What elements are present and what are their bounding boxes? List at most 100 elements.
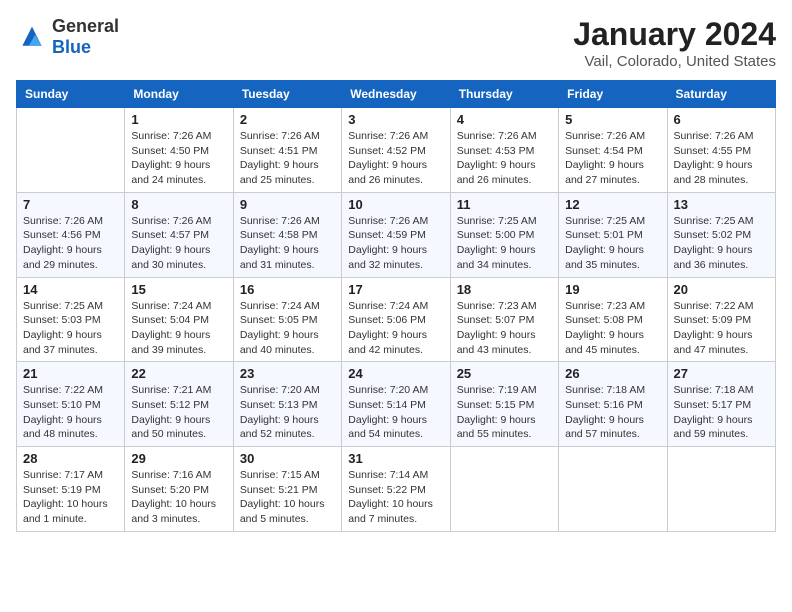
calendar-cell: 12Sunrise: 7:25 AMSunset: 5:01 PMDayligh… [559,192,667,277]
day-number: 24 [348,366,443,381]
day-number: 5 [565,112,660,127]
logo-icon [16,23,48,51]
day-info: Sunrise: 7:15 AMSunset: 5:21 PMDaylight:… [240,468,335,527]
day-header-tuesday: Tuesday [233,81,341,108]
day-number: 9 [240,197,335,212]
calendar-header-row: SundayMondayTuesdayWednesdayThursdayFrid… [17,81,776,108]
calendar-cell [559,447,667,532]
day-info: Sunrise: 7:26 AMSunset: 4:59 PMDaylight:… [348,214,443,273]
title-block: January 2024 Vail, Colorado, United Stat… [573,16,776,70]
day-info: Sunrise: 7:26 AMSunset: 4:52 PMDaylight:… [348,129,443,188]
calendar-cell: 17 Sunrise: 7:24 AMSunset: 5:06 PMDayligh… [342,277,450,362]
day-header-friday: Friday [559,81,667,108]
calendar-cell: 15 Sunrise: 7:24 AMSunset: 5:04 PMDayligh… [125,277,233,362]
day-info: Sunrise: 7:26 AMSunset: 4:54 PMDaylight:… [565,129,660,188]
day-info: Sunrise: 7:22 AMSunset: 5:10 PMDaylight:… [23,383,118,442]
day-info: Sunrise: 7:23 AMSunset: 5:07 PMDaylight:… [457,299,552,358]
day-number: 10 [348,197,443,212]
calendar-cell: 7 Sunrise: 7:26 AMSunset: 4:56 PMDaylight… [17,192,125,277]
day-number: 25 [457,366,552,381]
day-info: Sunrise: 7:20 AMSunset: 5:13 PMDaylight:… [240,383,335,442]
calendar-cell: 8Sunrise: 7:26 AMSunset: 4:57 PMDaylight… [125,192,233,277]
day-number: 4 [457,112,552,127]
calendar-cell: 18Sunrise: 7:23 AMSunset: 5:07 PMDayligh… [450,277,558,362]
day-number: 20 [674,282,769,297]
day-number: 1 [131,112,226,127]
day-number: 15 [131,282,226,297]
day-number: 16 [240,282,335,297]
calendar-cell: 30 Sunrise: 7:15 AMSunset: 5:21 PMDayligh… [233,447,341,532]
day-number: 19 [565,282,660,297]
day-number: 30 [240,451,335,466]
day-info: Sunrise: 7:16 AMSunset: 5:20 PMDaylight:… [131,468,226,527]
day-number: 17 [348,282,443,297]
day-header-saturday: Saturday [667,81,775,108]
day-number: 29 [131,451,226,466]
day-number: 28 [23,451,118,466]
calendar-cell: 23Sunrise: 7:20 AMSunset: 5:13 PMDayligh… [233,362,341,447]
calendar-cell: 14 Sunrise: 7:25 AMSunset: 5:03 PMDayligh… [17,277,125,362]
day-info: Sunrise: 7:26 AMSunset: 4:55 PMDaylight:… [674,129,769,188]
day-number: 7 [23,197,118,212]
day-info: Sunrise: 7:26 AMSunset: 4:56 PMDaylight:… [23,214,118,273]
day-info: Sunrise: 7:26 AMSunset: 4:51 PMDaylight:… [240,129,335,188]
calendar-cell: 1 Sunrise: 7:26 AMSunset: 4:50 PMDaylight… [125,108,233,193]
day-info: Sunrise: 7:14 AMSunset: 5:22 PMDaylight:… [348,468,443,527]
calendar-week-row: 21Sunrise: 7:22 AMSunset: 5:10 PMDayligh… [17,362,776,447]
calendar-cell: 20 Sunrise: 7:22 AMSunset: 5:09 PMDayligh… [667,277,775,362]
day-number: 14 [23,282,118,297]
day-info: Sunrise: 7:21 AMSunset: 5:12 PMDaylight:… [131,383,226,442]
day-info: Sunrise: 7:25 AMSunset: 5:03 PMDaylight:… [23,299,118,358]
day-number: 2 [240,112,335,127]
day-header-wednesday: Wednesday [342,81,450,108]
calendar-cell: 26Sunrise: 7:18 AMSunset: 5:16 PMDayligh… [559,362,667,447]
calendar-cell: 27 Sunrise: 7:18 AMSunset: 5:17 PMDayligh… [667,362,775,447]
calendar-week-row: 7 Sunrise: 7:26 AMSunset: 4:56 PMDaylight… [17,192,776,277]
calendar-cell: 5 Sunrise: 7:26 AMSunset: 4:54 PMDaylight… [559,108,667,193]
day-info: Sunrise: 7:26 AMSunset: 4:53 PMDaylight:… [457,129,552,188]
day-info: Sunrise: 7:18 AMSunset: 5:17 PMDaylight:… [674,383,769,442]
calendar-week-row: 28 Sunrise: 7:17 AMSunset: 5:19 PMDayligh… [17,447,776,532]
day-info: Sunrise: 7:18 AMSunset: 5:16 PMDaylight:… [565,383,660,442]
logo: General Blue [16,16,119,58]
calendar-cell: 6Sunrise: 7:26 AMSunset: 4:55 PMDaylight… [667,108,775,193]
calendar-cell: 24 Sunrise: 7:20 AMSunset: 5:14 PMDayligh… [342,362,450,447]
calendar-cell: 16Sunrise: 7:24 AMSunset: 5:05 PMDayligh… [233,277,341,362]
day-info: Sunrise: 7:22 AMSunset: 5:09 PMDaylight:… [674,299,769,358]
calendar-cell: 4 Sunrise: 7:26 AMSunset: 4:53 PMDaylight… [450,108,558,193]
calendar-table: SundayMondayTuesdayWednesdayThursdayFrid… [16,80,776,532]
day-info: Sunrise: 7:24 AMSunset: 5:06 PMDaylight:… [348,299,443,358]
calendar-cell: 9 Sunrise: 7:26 AMSunset: 4:58 PMDaylight… [233,192,341,277]
day-info: Sunrise: 7:20 AMSunset: 5:14 PMDaylight:… [348,383,443,442]
day-number: 31 [348,451,443,466]
day-number: 13 [674,197,769,212]
calendar-cell: 28 Sunrise: 7:17 AMSunset: 5:19 PMDayligh… [17,447,125,532]
day-header-sunday: Sunday [17,81,125,108]
day-number: 3 [348,112,443,127]
day-info: Sunrise: 7:17 AMSunset: 5:19 PMDaylight:… [23,468,118,527]
logo-text: General Blue [52,16,119,58]
day-header-thursday: Thursday [450,81,558,108]
day-number: 22 [131,366,226,381]
day-info: Sunrise: 7:24 AMSunset: 5:04 PMDaylight:… [131,299,226,358]
day-info: Sunrise: 7:26 AMSunset: 4:58 PMDaylight:… [240,214,335,273]
calendar-week-row: 1 Sunrise: 7:26 AMSunset: 4:50 PMDaylight… [17,108,776,193]
calendar-cell [667,447,775,532]
day-info: Sunrise: 7:25 AMSunset: 5:02 PMDaylight:… [674,214,769,273]
calendar-cell: 13 Sunrise: 7:25 AMSunset: 5:02 PMDayligh… [667,192,775,277]
calendar-cell [17,108,125,193]
calendar-cell: 21Sunrise: 7:22 AMSunset: 5:10 PMDayligh… [17,362,125,447]
calendar-cell: 2 Sunrise: 7:26 AMSunset: 4:51 PMDaylight… [233,108,341,193]
day-number: 11 [457,197,552,212]
page-header: General Blue January 2024 Vail, Colorado… [16,16,776,70]
calendar-cell: 29 Sunrise: 7:16 AMSunset: 5:20 PMDayligh… [125,447,233,532]
logo-general: General [52,16,119,36]
calendar-cell: 11Sunrise: 7:25 AMSunset: 5:00 PMDayligh… [450,192,558,277]
logo-blue: Blue [52,37,91,57]
day-number: 27 [674,366,769,381]
day-info: Sunrise: 7:23 AMSunset: 5:08 PMDaylight:… [565,299,660,358]
day-number: 8 [131,197,226,212]
day-info: Sunrise: 7:26 AMSunset: 4:50 PMDaylight:… [131,129,226,188]
calendar-cell [450,447,558,532]
calendar-title: January 2024 [573,16,776,53]
